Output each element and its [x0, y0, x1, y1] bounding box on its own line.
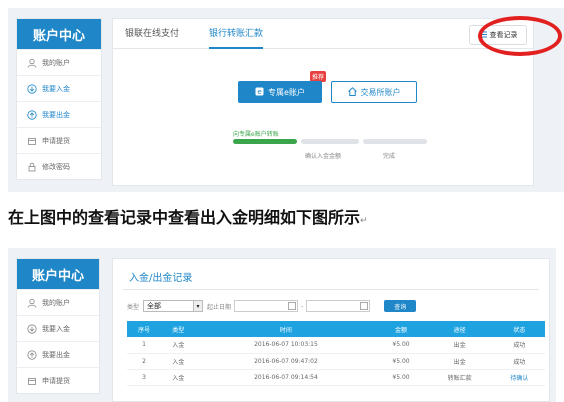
- col-header-time: 时间: [195, 321, 377, 337]
- transfer-steps: 向专属e账户转账 确认入金金额 完成: [233, 129, 433, 160]
- cell-type: 入金: [161, 369, 196, 386]
- svg-text:e: e: [257, 88, 261, 96]
- sidebar-item-label: 我要出金: [42, 110, 70, 119]
- sidebar-item-deposit[interactable]: 我要入金: [17, 75, 101, 101]
- cell-status: 成功: [493, 353, 545, 370]
- cell-channel: 转账汇款: [425, 369, 494, 386]
- account-sidebar: 账户中心 我的账户 我要入金 我要出金 申请提货 修改密码: [16, 18, 102, 180]
- exchange-account-label: 交易所账户: [360, 87, 401, 97]
- sidebar-item-label: 我要入金: [42, 324, 70, 333]
- start-date-input[interactable]: [234, 300, 299, 312]
- pickup-icon: [27, 376, 37, 386]
- deposit-icon: [27, 83, 37, 94]
- home-icon: [347, 86, 357, 98]
- col-header-type: 类型: [161, 321, 196, 337]
- exclusive-e-account-label: 专属e账户: [268, 87, 305, 97]
- pickup-icon: [27, 136, 37, 146]
- step-label-confirm-amount: 确认入金金额: [305, 153, 342, 160]
- sidebar-item-pickup[interactable]: 申请提货: [17, 127, 101, 153]
- sidebar-item-label: 我要入金: [42, 84, 70, 93]
- records-filter: 类型 全部 ▾ 起止日期 - 查询: [127, 299, 417, 313]
- highlight-ring: [478, 16, 562, 56]
- cell-status-pending-link[interactable]: 待确认: [493, 369, 545, 386]
- type-select-value: 全部: [147, 302, 162, 310]
- calendar-icon[interactable]: [288, 302, 297, 310]
- col-header-index: 序号: [127, 321, 162, 337]
- date-separator: -: [301, 302, 304, 310]
- tab-bank-transfer[interactable]: 银行转账汇款: [209, 19, 264, 49]
- sidebar-item-my-account[interactable]: 我的账户: [17, 49, 101, 75]
- sidebar-item-label: 我的账户: [42, 58, 70, 67]
- cell-time: 2016-06-07 09:47:02: [195, 353, 377, 370]
- withdraw-icon: [27, 109, 37, 120]
- step-bar-2: [301, 139, 359, 144]
- user-icon: [27, 298, 37, 308]
- sidebar-item-label: 申请提货: [42, 136, 70, 145]
- cell-index: 3: [127, 369, 162, 386]
- caption-text: 在上图中的查看记录中查看出入金明细如下图所示: [8, 208, 361, 227]
- calendar-icon[interactable]: [360, 302, 369, 310]
- top-screenshot: 账户中心 我的账户 我要入金 我要出金 申请提货 修改密码 银联在线支付 银行转…: [8, 8, 564, 192]
- cell-time: 2016-06-07 10:03:15: [195, 337, 377, 354]
- sidebar-item-deposit[interactable]: 我要入金: [17, 315, 99, 341]
- cell-index: 1: [127, 337, 162, 354]
- step-bar-3: [363, 139, 427, 144]
- cell-amount: ¥5.00: [376, 369, 426, 386]
- sidebar-item-label: 修改密码: [42, 162, 70, 171]
- step-bar-active: [233, 139, 297, 144]
- cell-time: 2016-06-07 09:14:54: [195, 369, 377, 386]
- query-button[interactable]: 查询: [384, 300, 417, 312]
- paragraph-mark: ↵: [360, 216, 368, 226]
- tab-unionpay-online[interactable]: 银联在线支付: [125, 19, 179, 49]
- col-header-amount: 金额: [376, 321, 426, 337]
- bottom-screenshot: 账户中心 我的账户 我要入金 我要出金 申请提货 入金/出金记录 类型 全部 ▾…: [8, 248, 556, 402]
- col-header-channel: 途径: [425, 321, 494, 337]
- withdraw-icon: [27, 349, 37, 360]
- payment-tabs: 银联在线支付 银行转账汇款 查看记录: [113, 19, 533, 49]
- sidebar-item-label: 申请提货: [42, 376, 70, 385]
- cell-amount: ¥5.00: [376, 337, 426, 354]
- e-account-icon: e: [255, 87, 264, 98]
- sidebar-title: 账户中心: [17, 259, 99, 289]
- records-title: 入金/出金记录: [129, 273, 193, 284]
- col-header-status: 状态: [493, 321, 545, 337]
- lock-icon: [27, 162, 37, 172]
- exclusive-e-account-button[interactable]: e 专属e账户: [238, 81, 322, 103]
- type-label: 类型: [127, 303, 140, 311]
- end-date-input[interactable]: [306, 300, 371, 312]
- table-row: 3 入金 2016-06-07 09:14:54 ¥5.00 转账汇款 待确认: [127, 369, 545, 386]
- exchange-account-button[interactable]: 交易所账户: [331, 81, 417, 103]
- records-table: 序号 类型 时间 金额 途径 状态 1 入金 2016-06-07 10:03:…: [127, 321, 545, 386]
- records-panel: 入金/出金记录 类型 全部 ▾ 起止日期 - 查询 序号 类型 时间 金额 途径…: [112, 258, 550, 402]
- instruction-caption: 在上图中的查看记录中查看出入金明细如下图所示↵: [8, 204, 368, 228]
- sidebar-item-withdraw[interactable]: 我要出金: [17, 341, 99, 367]
- cell-channel: 出金: [425, 353, 494, 370]
- cell-type: 入金: [161, 353, 196, 370]
- payment-panel: 银联在线支付 银行转账汇款 查看记录 推荐 e 专属e账户 交易所账户 向专属e…: [112, 18, 534, 186]
- table-row: 1 入金 2016-06-07 10:03:15 ¥5.00 出金 成功: [127, 337, 545, 354]
- divider: [123, 289, 539, 290]
- sidebar-item-change-password[interactable]: 修改密码: [17, 153, 101, 179]
- table-header-row: 序号 类型 时间 金额 途径 状态: [127, 321, 545, 337]
- date-range-label: 起止日期: [207, 303, 232, 311]
- step-label-done: 完成: [383, 153, 396, 160]
- sidebar-item-pickup[interactable]: 申请提货: [17, 367, 99, 393]
- table-row: 2 入金 2016-06-07 09:47:02 ¥5.00 出金 成功: [127, 353, 545, 370]
- cell-channel: 出金: [425, 337, 494, 354]
- chevron-down-icon: ▾: [193, 301, 203, 311]
- type-select[interactable]: 全部 ▾: [143, 300, 204, 312]
- account-sidebar-2: 账户中心 我的账户 我要入金 我要出金 申请提货: [16, 258, 100, 394]
- cell-amount: ¥5.00: [376, 353, 426, 370]
- cell-type: 入金: [161, 337, 196, 354]
- deposit-icon: [27, 323, 37, 334]
- cell-status: 成功: [493, 337, 545, 354]
- sidebar-item-my-account[interactable]: 我的账户: [17, 289, 99, 315]
- sidebar-item-label: 我的账户: [42, 298, 70, 307]
- sidebar-title: 账户中心: [17, 19, 101, 49]
- user-icon: [27, 58, 37, 68]
- cell-index: 2: [127, 353, 162, 370]
- sidebar-item-withdraw[interactable]: 我要出金: [17, 101, 101, 127]
- sidebar-item-label: 我要出金: [42, 350, 70, 359]
- step-title: 向专属e账户转账: [233, 131, 279, 138]
